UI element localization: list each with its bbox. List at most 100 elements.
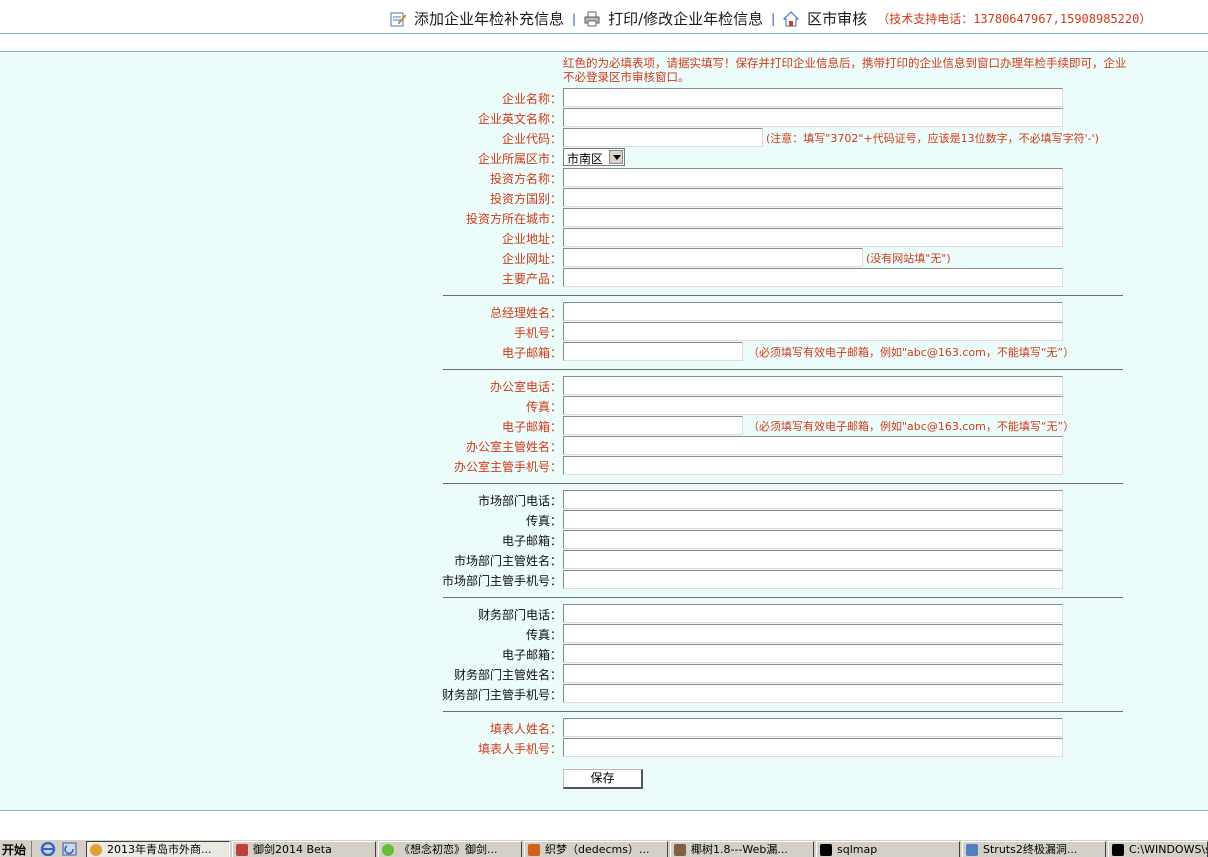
taskbar-item-label: 织梦（dedecms）... [545, 843, 650, 856]
company-english-name-input[interactable] [563, 108, 1063, 127]
form-row-address: 企业地址： [0, 228, 1208, 248]
section-divider [443, 483, 1123, 484]
console-icon [1112, 844, 1124, 856]
market-fax-input[interactable] [563, 510, 1063, 529]
address-input[interactable] [563, 228, 1063, 247]
top-nav: 添加企业年检补充信息 | 打印/修改企业年检信息 | 区市审核 （技术支持电话：… [390, 8, 1151, 29]
office-fax-label: 传真： [525, 400, 562, 414]
taskbar-item[interactable]: 椰树1.8---Web漏... [670, 841, 814, 857]
form-row-filler-mobile: 填表人手机号： [0, 738, 1208, 758]
refresh-icon[interactable] [62, 842, 78, 856]
products-input[interactable] [563, 268, 1063, 287]
taskbar-item[interactable]: 御剑2014 Beta [232, 841, 376, 857]
company-code-label: 企业代码： [501, 132, 562, 146]
market-phone-input[interactable] [563, 490, 1063, 509]
section-divider [443, 295, 1123, 296]
filler-name-input[interactable] [563, 718, 1063, 737]
office-head-name-input[interactable] [563, 436, 1063, 455]
finance-fax-input[interactable] [563, 624, 1063, 643]
filler-mobile-label: 填表人手机号： [477, 742, 562, 756]
console-icon [820, 844, 832, 856]
form-row-company-code: 企业代码： (注意：填写"3702"+代码证号，应该是13位数字，不必填写字符'… [0, 128, 1208, 148]
finance-head-mobile-label: 财务部门主管手机号： [441, 688, 562, 702]
app-icon [236, 844, 248, 856]
chevron-down-icon[interactable] [609, 150, 623, 164]
taskbar: 开始 2013年青岛市外商... 御剑2014 Beta 《想念初恋》御剑...… [0, 839, 1208, 857]
form-row-manager-email: 电子邮箱： （必须填写有效电子邮箱，例如"abc@163.com，不能填写“无”… [0, 342, 1208, 362]
form-row-investor-country: 投资方国别： [0, 188, 1208, 208]
save-button[interactable]: 保存 [563, 769, 643, 789]
market-fax-label: 传真： [525, 514, 562, 528]
manager-mobile-input[interactable] [563, 322, 1063, 341]
form-row-company-english-name: 企业英文名称： [0, 108, 1208, 128]
home-icon [783, 10, 800, 26]
market-head-name-input[interactable] [563, 550, 1063, 569]
top-nav-bar: 添加企业年检补充信息 | 打印/修改企业年检信息 | 区市审核 （技术支持电话：… [0, 0, 1208, 34]
form-row-market-phone: 市场部门电话： [0, 490, 1208, 510]
nav-print-info-link[interactable]: 打印/修改企业年检信息 [584, 8, 763, 29]
nav-print-info-label: 打印/修改企业年检信息 [608, 10, 764, 28]
taskbar-item[interactable]: 2013年青岛市外商... [86, 841, 230, 857]
taskbar-item[interactable]: 织梦（dedecms）... [524, 841, 668, 857]
office-phone-input[interactable] [563, 376, 1063, 395]
form-row-office-fax: 传真： [0, 396, 1208, 416]
taskbar-item-label: 《想念初恋》御剑... [399, 843, 498, 856]
form-row-finance-fax: 传真： [0, 624, 1208, 644]
form-row-manager-name: 总经理姓名： [0, 302, 1208, 322]
finance-head-name-label: 财务部门主管姓名： [453, 668, 562, 682]
browser-icon [90, 844, 102, 856]
district-value: 市南区 [567, 152, 604, 166]
finance-head-mobile-input[interactable] [563, 684, 1063, 703]
filler-mobile-input[interactable] [563, 738, 1063, 757]
office-phone-label: 办公室电话： [489, 380, 562, 394]
finance-phone-input[interactable] [563, 604, 1063, 623]
manager-name-input[interactable] [563, 302, 1063, 321]
section-divider [443, 369, 1123, 370]
taskbar-item[interactable]: 《想念初恋》御剑... [378, 841, 522, 857]
company-name-label: 企业名称： [501, 92, 562, 106]
form-row-investor-name: 投资方名称： [0, 168, 1208, 188]
taskbar-item[interactable]: Struts2终极漏洞... [962, 841, 1106, 857]
district-select[interactable]: 市南区 [563, 148, 625, 166]
investor-country-input[interactable] [563, 188, 1063, 207]
finance-head-name-input[interactable] [563, 664, 1063, 683]
office-fax-input[interactable] [563, 396, 1063, 415]
taskbar-item[interactable]: sqlmap [816, 841, 960, 857]
manager-email-input[interactable] [563, 342, 743, 361]
finance-email-input[interactable] [563, 644, 1063, 663]
manager-email-hint: （必须填写有效电子邮箱，例如"abc@163.com，不能填写“无”） [748, 346, 1075, 359]
form-area: 红色的为必填表项，请据实填写！保存并打印企业信息后，携带打印的企业信息到窗口办理… [0, 53, 1208, 810]
investor-city-input[interactable] [563, 208, 1063, 227]
form-row-finance-phone: 财务部门电话： [0, 604, 1208, 624]
office-email-input[interactable] [563, 416, 743, 435]
ie-browser-icon[interactable] [40, 842, 56, 856]
nav-add-info-link[interactable]: 添加企业年检补充信息 [390, 8, 564, 29]
office-head-name-label: 办公室主管姓名： [465, 440, 562, 454]
form-row-products: 主要产品： [0, 268, 1208, 288]
support-phone: （技术支持电话：13780647967,15908985220） [877, 12, 1152, 26]
products-label: 主要产品： [501, 272, 562, 286]
taskbar-item[interactable]: C:\WINDOWS\s [1108, 841, 1208, 857]
market-phone-label: 市场部门电话： [477, 494, 562, 508]
form-row-market-fax: 传真： [0, 510, 1208, 530]
nav-add-info-label: 添加企业年检补充信息 [414, 10, 565, 28]
company-code-input[interactable] [563, 128, 763, 147]
start-button[interactable]: 开始 [0, 841, 32, 857]
website-label: 企业网址： [501, 252, 562, 266]
manager-name-label: 总经理姓名： [489, 306, 562, 320]
company-name-input[interactable] [563, 88, 1063, 107]
finance-fax-label: 传真： [525, 628, 562, 642]
investor-name-input[interactable] [563, 168, 1063, 187]
edit-document-icon [390, 12, 406, 26]
market-head-mobile-input[interactable] [563, 570, 1063, 589]
website-input[interactable] [563, 248, 863, 267]
footer-band [0, 811, 1208, 839]
market-email-input[interactable] [563, 530, 1063, 549]
taskbar-item-label: Struts2终极漏洞... [983, 843, 1078, 856]
required-notice: 红色的为必填表项，请据实填写！保存并打印企业信息后，携带打印的企业信息到窗口办理… [563, 56, 1127, 84]
market-head-mobile-label: 市场部门主管手机号： [441, 574, 562, 588]
nav-district-review-link[interactable]: 区市审核 [783, 8, 867, 29]
filler-name-label: 填表人姓名： [489, 722, 562, 736]
office-head-mobile-input[interactable] [563, 456, 1063, 475]
office-head-mobile-label: 办公室主管手机号： [453, 460, 562, 474]
